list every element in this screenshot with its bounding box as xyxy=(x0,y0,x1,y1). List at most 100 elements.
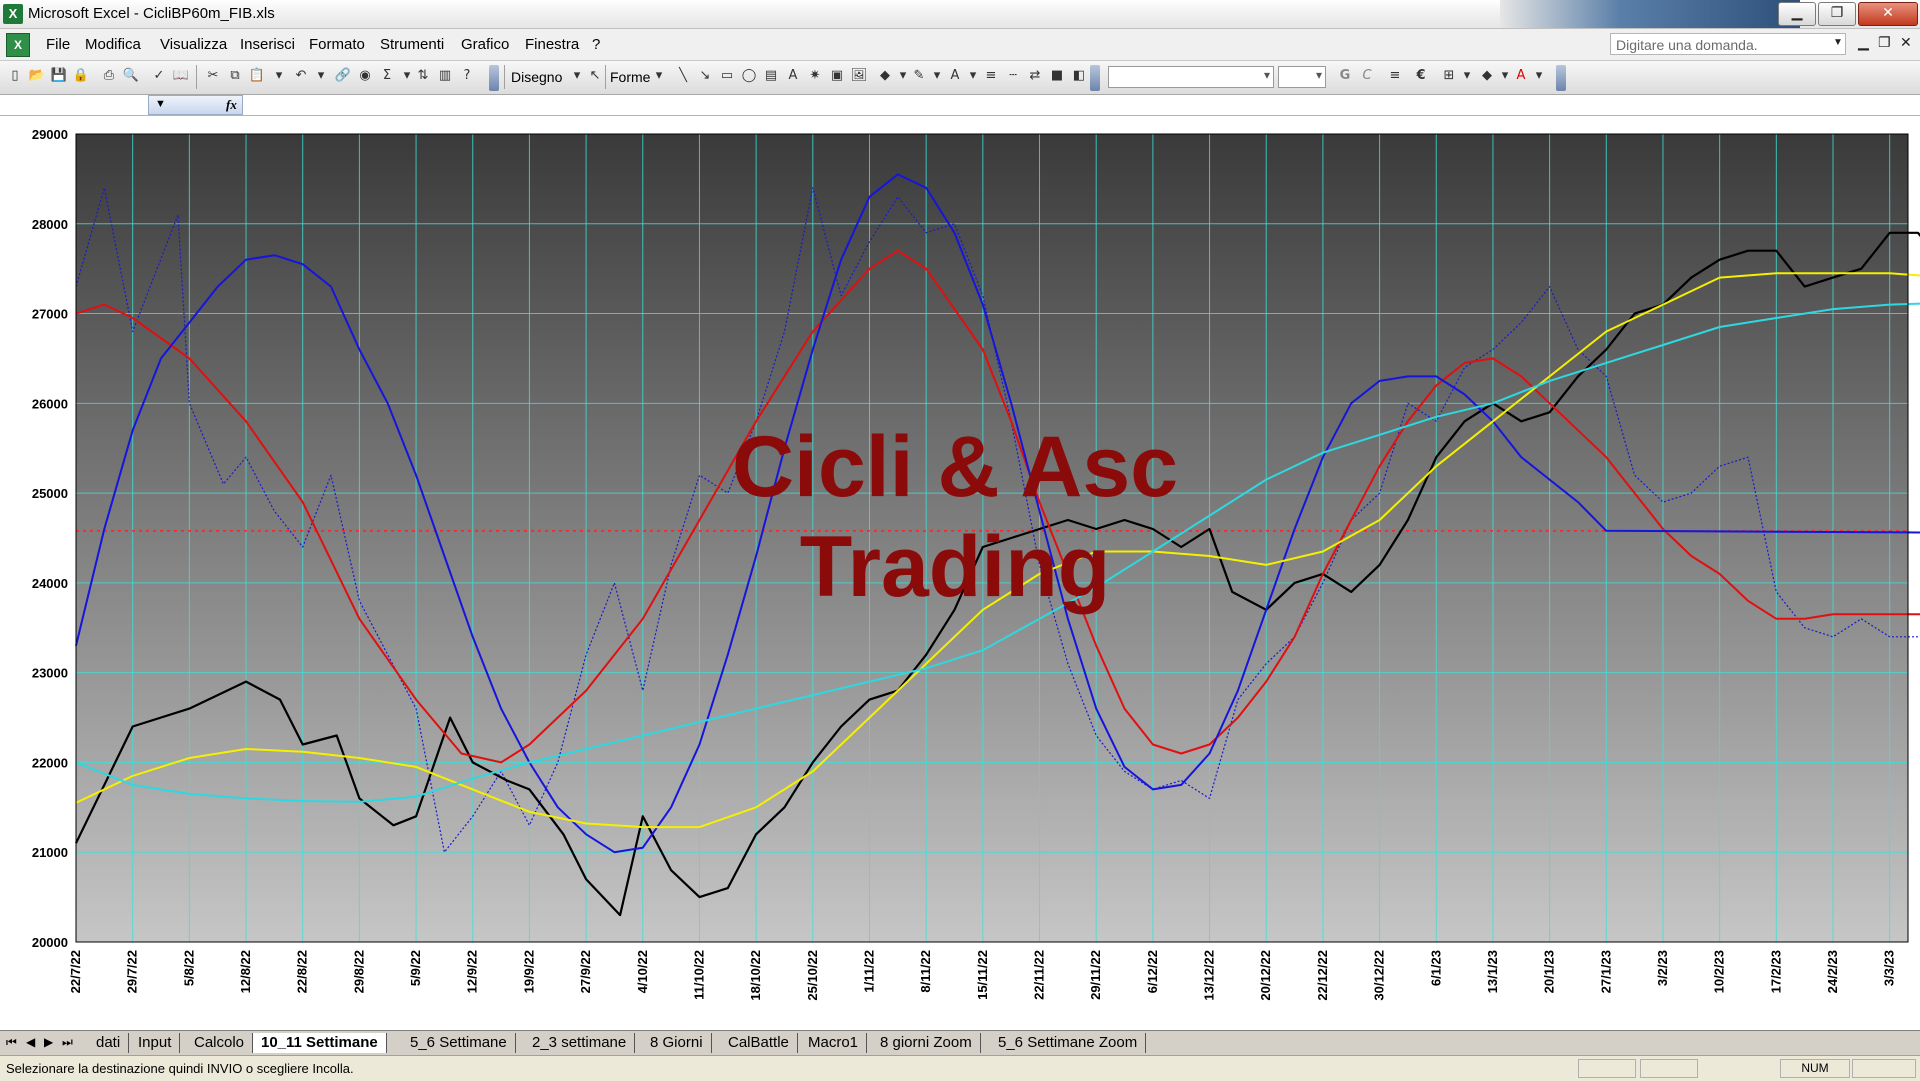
font-color-icon[interactable]: A xyxy=(1512,67,1530,85)
sheet-tab-calcolo[interactable]: Calcolo xyxy=(186,1033,254,1053)
hyperlink-icon[interactable]: 🔗 xyxy=(334,67,352,85)
copy-icon[interactable]: ⧉ xyxy=(226,67,244,85)
menu-strumenti[interactable]: Strumenti xyxy=(380,36,444,53)
menu-grafico[interactable]: Grafico xyxy=(461,36,509,53)
mdi-restore-button[interactable]: ❐ xyxy=(1878,35,1891,51)
chevron-down-icon[interactable]: ▼ xyxy=(1833,37,1843,48)
borders-icon[interactable]: ⊞ xyxy=(1440,67,1458,85)
next-sheet-button[interactable]: ▶ xyxy=(44,1035,53,1049)
paste-icon[interactable]: 📋 xyxy=(248,67,266,85)
textbox-icon[interactable]: ▤ xyxy=(762,67,780,85)
chart[interactable]: Cicli & AscTrading 200002100022000230002… xyxy=(0,116,1920,1030)
disegno-menu[interactable]: Disegno xyxy=(511,69,562,85)
new-document-icon[interactable]: ▯ xyxy=(6,67,24,85)
dropdown-arrow-icon[interactable]: ▾ xyxy=(650,67,668,85)
cut-icon[interactable]: ✂ xyxy=(204,67,222,85)
menu-help[interactable]: ? xyxy=(592,36,600,53)
undo-icon[interactable]: ↶ xyxy=(292,67,310,85)
y-tick-label: 21000 xyxy=(32,845,68,860)
x-tick-label: 3/3/23 xyxy=(1882,950,1897,986)
sheet-tab-2-3-settimane[interactable]: 2_3 settimane xyxy=(524,1033,636,1053)
dropdown-arrow-icon[interactable]: ▾ xyxy=(1458,67,1476,85)
minimize-button[interactable]: ▁ xyxy=(1778,2,1816,26)
align-icon[interactable]: ≡ xyxy=(1386,67,1404,85)
menu-inserisci[interactable]: Inserisci xyxy=(240,36,295,53)
toolbar-options-handle[interactable] xyxy=(1556,65,1566,91)
ellipse-icon[interactable]: ◯ xyxy=(740,67,758,85)
save-icon[interactable]: 💾 xyxy=(50,67,68,85)
wordart-icon[interactable]: A xyxy=(784,67,802,85)
line-style-icon[interactable]: ≡ xyxy=(982,67,1000,85)
paste-dropdown-icon[interactable]: ▾ xyxy=(270,67,288,85)
chevron-down-icon[interactable]: ▼ xyxy=(155,98,166,110)
undo-dropdown-icon[interactable]: ▾ xyxy=(312,67,330,85)
clipart-icon[interactable]: ▣ xyxy=(828,67,846,85)
menu-visualizza[interactable]: Visualizza xyxy=(160,36,227,53)
mdi-minimize-button[interactable]: ▁ xyxy=(1858,35,1869,51)
maximize-button[interactable]: ❐ xyxy=(1818,2,1856,26)
mdi-close-button[interactable]: ✕ xyxy=(1900,35,1912,51)
sheet-tab-5-6-settimane[interactable]: 5_6 Settimane xyxy=(402,1033,516,1053)
last-sheet-button[interactable]: ⏭ xyxy=(62,1035,73,1050)
open-folder-icon[interactable]: 📂 xyxy=(28,67,46,85)
3d-icon[interactable]: ◧ xyxy=(1070,67,1088,85)
forme-menu[interactable]: Forme xyxy=(610,69,650,85)
sheet-tab-macro1[interactable]: Macro1 xyxy=(800,1033,868,1053)
arrow-icon[interactable]: ↘ xyxy=(696,67,714,85)
sheet-tab-input[interactable]: Input xyxy=(130,1033,181,1053)
help-icon[interactable]: ? xyxy=(458,67,476,85)
excel-icon[interactable]: X xyxy=(3,4,23,24)
toolbar-options-handle[interactable] xyxy=(1090,65,1100,91)
menu-modifica[interactable]: Modifica xyxy=(85,36,141,53)
rectangle-icon[interactable]: ▭ xyxy=(718,67,736,85)
workbook-icon[interactable]: X xyxy=(6,33,30,57)
name-box[interactable] xyxy=(0,95,171,115)
sheet-tab-calbattle[interactable]: CalBattle xyxy=(720,1033,798,1053)
spelling-icon[interactable]: ✓ xyxy=(150,67,168,85)
permission-icon[interactable]: 🔒 xyxy=(72,67,90,85)
select-pointer-icon[interactable]: ↖ xyxy=(586,67,604,85)
font-name-select[interactable] xyxy=(1108,66,1274,88)
research-icon[interactable]: 📖 xyxy=(172,67,190,85)
italic-button[interactable]: C xyxy=(1358,67,1376,85)
print-icon[interactable]: ⎙ xyxy=(100,67,118,85)
close-button[interactable]: ✕ xyxy=(1858,2,1918,26)
autosum-icon[interactable]: Σ xyxy=(378,67,396,85)
fill-color-icon[interactable]: ◆ xyxy=(1478,67,1496,85)
menu-file[interactable]: File xyxy=(46,36,70,53)
sheet-tab-5-6-settimane-zoom[interactable]: 5_6 Settimane Zoom xyxy=(990,1033,1147,1053)
dropdown-arrow-icon[interactable]: ▾ xyxy=(1530,67,1548,85)
fill-color-icon[interactable]: ◆ xyxy=(876,67,894,85)
currency-button[interactable]: € xyxy=(1412,67,1430,85)
sheet-tab-dati[interactable]: dati xyxy=(88,1033,130,1053)
prev-sheet-button[interactable]: ◀ xyxy=(26,1035,35,1049)
sheet-tab-8-giorni[interactable]: 8 Giorni xyxy=(642,1033,712,1053)
dash-style-icon[interactable]: ┄ xyxy=(1004,67,1022,85)
picture-icon[interactable]: 🖼 xyxy=(850,67,868,85)
print-preview-icon[interactable]: 🔍 xyxy=(122,67,140,85)
shadow-icon[interactable]: ■ xyxy=(1048,67,1066,85)
fx-icon[interactable]: fx xyxy=(226,97,237,113)
chart-sheet[interactable]: Cicli & Asc Trading 20000 21000 22000 23000 2… xyxy=(0,116,1920,1030)
arrow-style-icon[interactable]: ⇄ xyxy=(1026,67,1044,85)
toolbar-options-handle[interactable] xyxy=(489,65,499,91)
ask-question-input[interactable]: Digitare una domanda. xyxy=(1610,33,1846,55)
menu-formato[interactable]: Formato xyxy=(309,36,365,53)
sheet-tab-10-11-settimane[interactable]: 10_11 Settimane xyxy=(252,1033,387,1053)
font-size-select[interactable] xyxy=(1278,66,1326,88)
diagram-icon[interactable]: ✷ xyxy=(806,67,824,85)
x-tick-label: 27/1/23 xyxy=(1598,950,1613,993)
sort-ascending-icon[interactable]: ⇅ xyxy=(414,67,432,85)
font-color-icon[interactable]: A xyxy=(946,67,964,85)
line-color-icon[interactable]: ✎ xyxy=(910,67,928,85)
dropdown-arrow-icon[interactable]: ▾ xyxy=(928,67,946,85)
chart-wizard-icon[interactable]: ▥ xyxy=(436,67,454,85)
menu-finestra[interactable]: Finestra xyxy=(525,36,579,53)
first-sheet-button[interactable]: ⏮ xyxy=(6,1035,17,1050)
sheet-tab-8-giorni-zoom[interactable]: 8 giorni Zoom xyxy=(872,1033,981,1053)
bold-button[interactable]: G xyxy=(1336,67,1354,85)
dropdown-arrow-icon[interactable]: ▾ xyxy=(964,67,982,85)
dropdown-arrow-icon[interactable]: ▾ xyxy=(568,67,586,85)
y-tick-label: 28000 xyxy=(32,217,68,232)
line-icon[interactable]: ╲ xyxy=(674,67,692,85)
